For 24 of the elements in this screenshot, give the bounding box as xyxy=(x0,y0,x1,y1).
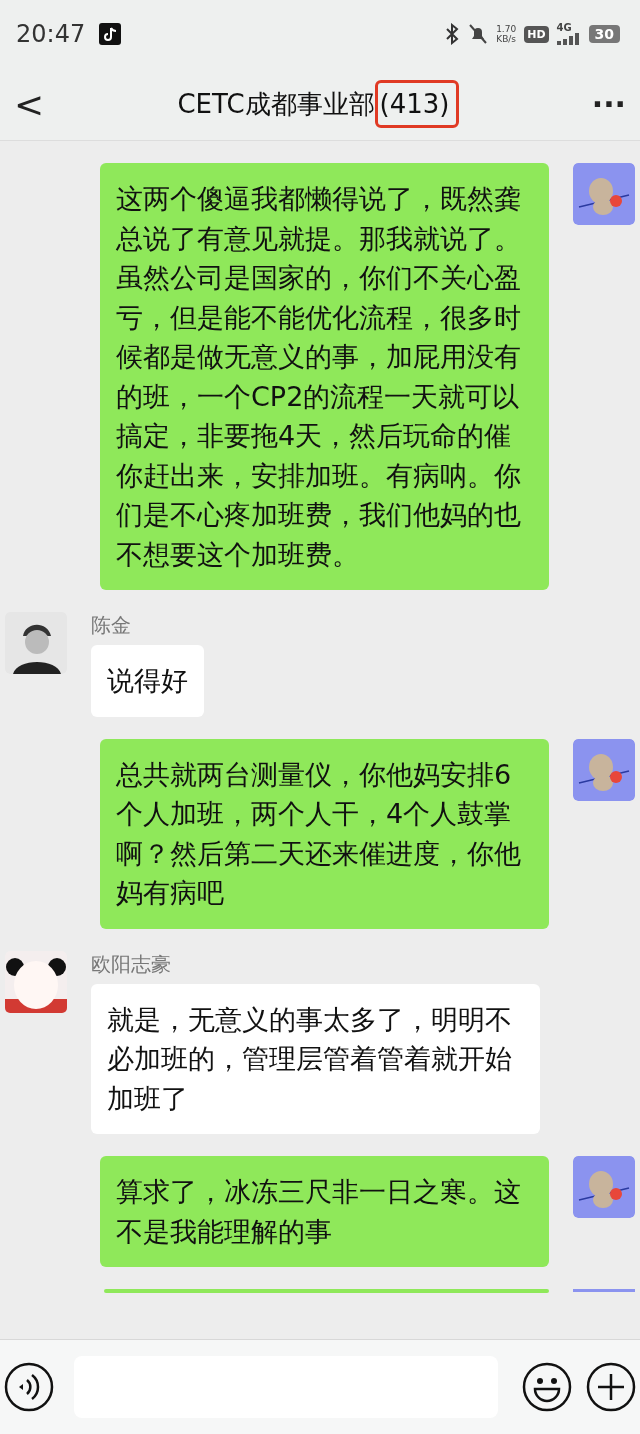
message-bubble: 说得好 xyxy=(91,645,204,717)
battery-level: 30 xyxy=(588,25,620,43)
back-button[interactable]: < xyxy=(0,83,59,125)
network-type: 4G xyxy=(556,23,572,33)
clock: 20:47 xyxy=(16,20,86,48)
voice-icon xyxy=(4,1362,54,1412)
message-bubble: 这两个傻逼我都懒得说了，既然龚总说了有意见就提。那我就说了。虽然公司是国家的，你们不关心盈亏，但是能不能优化流程，很多时候都是做无意义的事，加屁用没有的班，一个CP2的流程一天就可以搞定，非要拖4天，然后玩命的催你赶出来，安排加班。有病呐。你们是不心疼加班费，我们他妈的也不想要这个加班费。 xyxy=(100,163,549,590)
message-bubble: 就是，无意义的事太多了，明明不必加班的，管理层管着管着就开始加班了 xyxy=(91,983,540,1134)
mute-bell-icon xyxy=(468,23,489,45)
add-icon xyxy=(586,1362,636,1412)
signal-icon xyxy=(556,33,581,45)
network-speed: 1.70 xyxy=(496,24,517,34)
chat-title: CETC成都事业部 xyxy=(177,87,375,121)
hd-badge: HD xyxy=(524,25,549,43)
note-icon xyxy=(99,23,122,45)
sender-name: 欧阳志豪 xyxy=(91,950,172,978)
more-button[interactable]: ··· xyxy=(577,86,640,122)
member-count: (413) xyxy=(374,80,459,128)
emoji-icon xyxy=(522,1362,572,1412)
sender-name: 陈金 xyxy=(91,612,132,639)
bluetooth-icon xyxy=(444,23,461,45)
message-bubble: 算求了，冰冻三尺非一日之寒。这不是我能理解的事 xyxy=(100,1156,549,1267)
speed-unit: KB/s xyxy=(496,34,517,44)
message-bubble: 总共就两台测量仪，你他妈安排6个人加班，两个人干，4个人鼓掌啊？然后第二天还来催进度，你他妈有病吧 xyxy=(100,738,549,929)
